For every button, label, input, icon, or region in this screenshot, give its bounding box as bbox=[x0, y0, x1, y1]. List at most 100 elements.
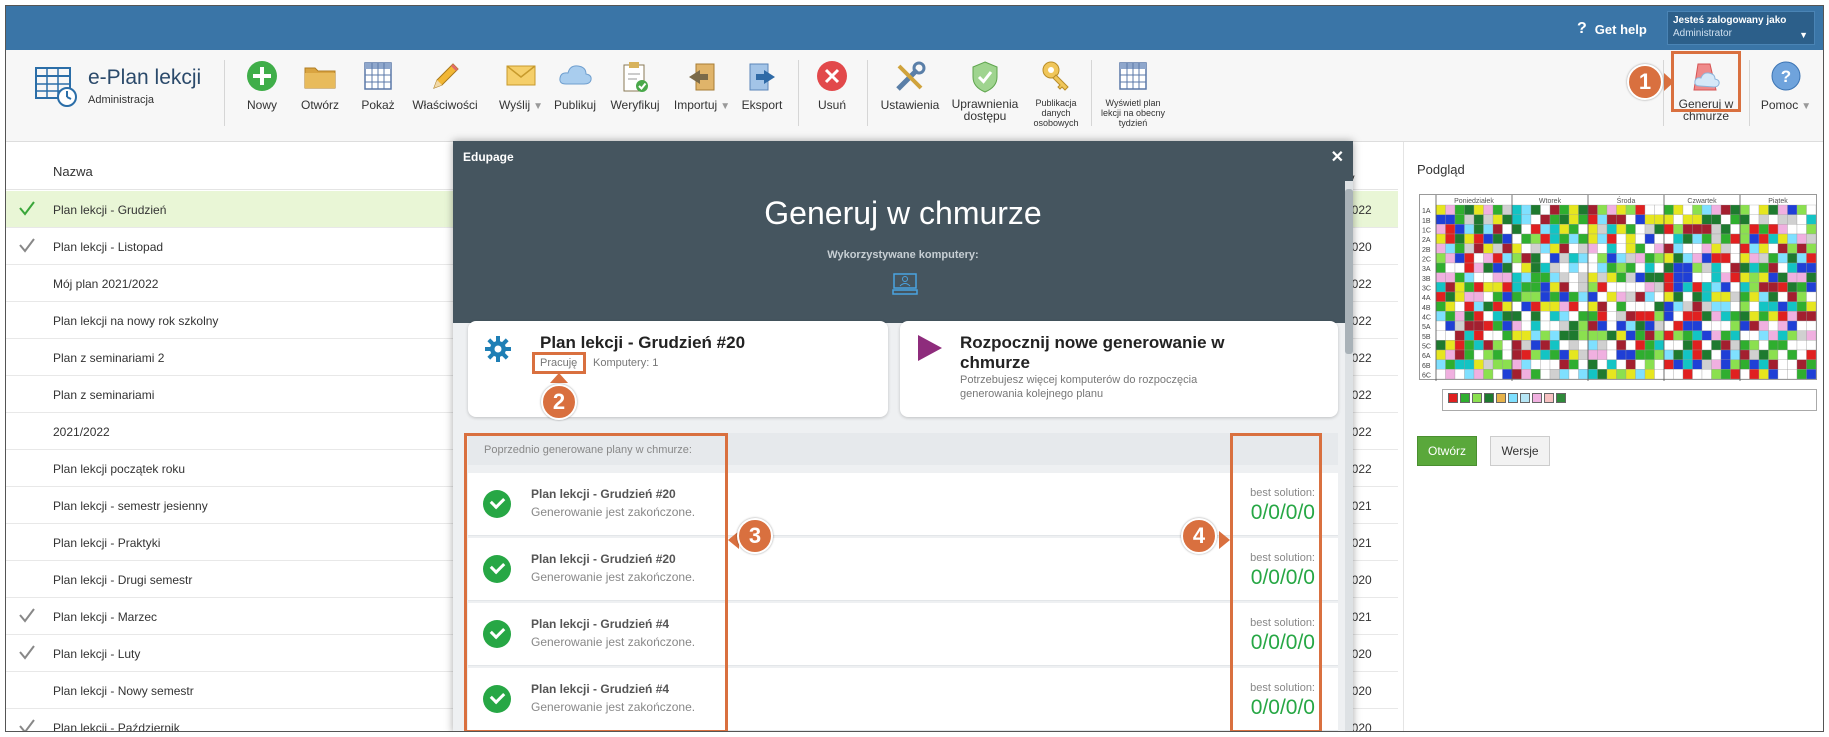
preview-cell bbox=[1663, 262, 1674, 273]
current-generation-card[interactable]: Plan lekcji - Grudzień #20 Pracuję Kompu… bbox=[468, 321, 888, 417]
toolbar-separator bbox=[1663, 60, 1664, 126]
toolbar-separator bbox=[1091, 60, 1092, 126]
import-button[interactable]: Importuj ▼ bbox=[670, 60, 734, 112]
new-button[interactable]: Nowy bbox=[239, 60, 285, 112]
preview-cell bbox=[1673, 369, 1684, 380]
preview-cell bbox=[1701, 253, 1712, 264]
preview-cell bbox=[1445, 233, 1456, 244]
preview-cell bbox=[1473, 262, 1484, 273]
preview-cell bbox=[1464, 204, 1475, 215]
preview-cell bbox=[1692, 272, 1703, 283]
preview-cell bbox=[1635, 291, 1646, 302]
preview-cell bbox=[1492, 340, 1503, 351]
preview-cell bbox=[1806, 204, 1817, 215]
preview-cell bbox=[1445, 204, 1456, 215]
permissions-button[interactable]: Uprawnienia dostępu bbox=[948, 60, 1022, 122]
preview-cell bbox=[1720, 224, 1731, 235]
generate-cloud-button[interactable]: Generuj w chmurze bbox=[1673, 60, 1739, 122]
clipboard-check-icon bbox=[623, 62, 648, 92]
generate-cloud-dialog: Edupage ✕ Generuj w chmurze Wykorzystywa… bbox=[453, 141, 1353, 731]
preview-class-label: 3B bbox=[1422, 276, 1431, 283]
preview-cell bbox=[1701, 359, 1712, 370]
preview-cell bbox=[1578, 330, 1589, 341]
preview-cell bbox=[1796, 301, 1807, 312]
preview-cell bbox=[1445, 359, 1456, 370]
open-button[interactable]: Otwórz bbox=[293, 60, 347, 112]
preview-cell bbox=[1578, 301, 1589, 312]
preview-cell bbox=[1540, 340, 1551, 351]
publish-button[interactable]: Publikuj bbox=[550, 60, 600, 112]
preview-cell bbox=[1540, 291, 1551, 302]
preview-cell bbox=[1635, 272, 1646, 283]
preview-cell bbox=[1473, 253, 1484, 264]
legend-swatch bbox=[1460, 393, 1470, 403]
preview-cell bbox=[1711, 204, 1722, 215]
publish-personal-data-button[interactable]: Publikacja danych osobowych bbox=[1028, 60, 1084, 128]
row-name: Plan lekcji - Luty bbox=[53, 647, 141, 661]
best-solution-value: 0/0/0/0 bbox=[1250, 501, 1315, 524]
close-icon[interactable]: ✕ bbox=[1331, 147, 1344, 167]
column-name-header[interactable]: Nazwa bbox=[53, 164, 93, 179]
preview-cell bbox=[1511, 340, 1522, 351]
preview-cell bbox=[1502, 214, 1513, 225]
preview-cell bbox=[1787, 301, 1798, 312]
preview-cell bbox=[1473, 340, 1484, 351]
preview-cell bbox=[1768, 272, 1779, 283]
verify-button[interactable]: Weryfikuj bbox=[607, 60, 663, 112]
preview-cell bbox=[1492, 253, 1503, 264]
preview-cell bbox=[1682, 253, 1693, 264]
preview-cell bbox=[1549, 243, 1560, 254]
user-menu[interactable]: Jesteś zalogowany jako Administrator ▼ bbox=[1667, 11, 1815, 45]
preview-cell bbox=[1673, 253, 1684, 264]
delete-button[interactable]: Usuń bbox=[811, 60, 853, 112]
get-help-link[interactable]: ? Get help bbox=[1577, 20, 1647, 38]
preview-cell bbox=[1730, 253, 1741, 264]
previous-generation-item[interactable]: Plan lekcji - Grudzień #4 Generowanie jes… bbox=[468, 668, 1338, 731]
help-button[interactable]: ? Pomoc ▼ bbox=[1757, 60, 1815, 112]
settings-button[interactable]: Ustawienia bbox=[878, 60, 942, 112]
export-button[interactable]: Eksport bbox=[739, 60, 785, 112]
preview-cell bbox=[1587, 233, 1598, 244]
toolbar-separator bbox=[867, 60, 868, 126]
preview-day-label: Wtorek bbox=[1539, 198, 1562, 205]
preview-cell bbox=[1483, 320, 1494, 331]
preview-cell bbox=[1549, 214, 1560, 225]
preview-cell bbox=[1644, 224, 1655, 235]
preview-cell bbox=[1635, 253, 1646, 264]
preview-cell bbox=[1787, 311, 1798, 322]
open-preview-button[interactable]: Otwórz bbox=[1417, 436, 1477, 466]
preview-cell bbox=[1758, 233, 1769, 244]
new-generation-desc: Potrzebujesz więcej komputerów do rozpoc… bbox=[960, 374, 1198, 400]
preview-cell bbox=[1625, 253, 1636, 264]
properties-button[interactable]: Właściwości bbox=[409, 60, 481, 112]
preview-cell bbox=[1701, 204, 1712, 215]
show-current-week-button[interactable]: Wyświetl plan lekcji na obecny tydzień bbox=[1099, 60, 1167, 128]
preview-cell bbox=[1616, 349, 1627, 360]
preview-cell bbox=[1540, 233, 1551, 244]
previous-generation-item[interactable]: Plan lekcji - Grudzień #4 Generowanie jes… bbox=[468, 603, 1338, 666]
preview-cell bbox=[1777, 262, 1788, 273]
app-logo: e-Plan lekcji Administracja bbox=[34, 64, 201, 108]
preview-cell bbox=[1454, 262, 1465, 273]
dialog-scrollbar-thumb[interactable] bbox=[1345, 189, 1353, 354]
preview-cell bbox=[1749, 262, 1760, 273]
preview-cell bbox=[1502, 224, 1513, 235]
versions-button[interactable]: Wersje bbox=[1490, 436, 1550, 466]
preview-cell bbox=[1597, 349, 1608, 360]
preview-cell bbox=[1644, 369, 1655, 380]
folder-icon bbox=[304, 67, 336, 89]
preview-cell bbox=[1768, 253, 1779, 264]
new-generation-card[interactable]: Rozpocznij nowe generowanie w chmurze Po… bbox=[900, 321, 1338, 417]
preview-cell bbox=[1644, 340, 1655, 351]
preview-cell bbox=[1692, 214, 1703, 225]
preview-cell bbox=[1720, 320, 1731, 331]
show-button[interactable]: Pokaż bbox=[355, 60, 401, 112]
preview-cell bbox=[1682, 359, 1693, 370]
preview-cell bbox=[1597, 214, 1608, 225]
preview-cell bbox=[1559, 233, 1570, 244]
send-button[interactable]: Wyślij ▼ bbox=[490, 60, 552, 112]
preview-cell bbox=[1464, 272, 1475, 283]
preview-cell bbox=[1454, 301, 1465, 312]
preview-cell bbox=[1796, 214, 1807, 225]
preview-cell bbox=[1739, 243, 1750, 254]
